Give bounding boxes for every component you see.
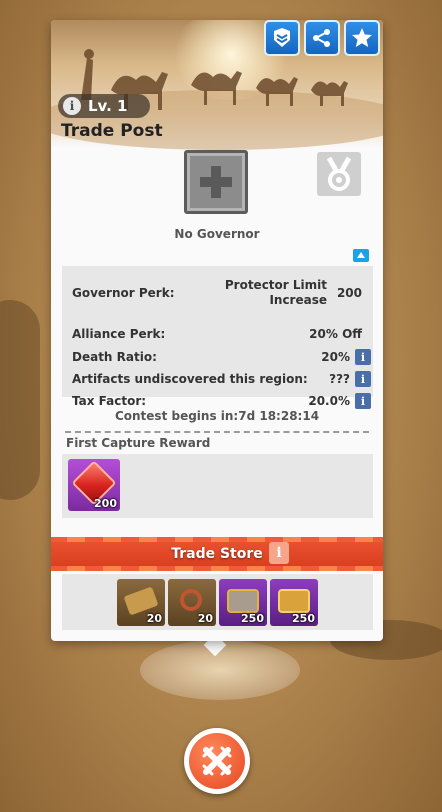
rank-badge-icon [274, 28, 290, 47]
plus-icon-bar [200, 177, 232, 187]
info-icon[interactable]: i [355, 371, 371, 387]
first-capture-title: First Capture Reward [66, 436, 211, 450]
store-item[interactable]: 250 [219, 579, 267, 626]
divider [65, 431, 369, 433]
store-item[interactable]: 250 [270, 579, 318, 626]
gold-chest-icon [278, 589, 310, 613]
close-button-face [189, 733, 245, 789]
store-item[interactable]: 20 [117, 579, 165, 626]
medal-icon [326, 156, 352, 191]
stat-value-text: Protector Limit Increase [225, 278, 327, 308]
item-quantity: 250 [292, 612, 315, 625]
stat-value: 20% [321, 350, 350, 364]
stat-value: 200 [336, 286, 362, 300]
first-capture-rewards: 200 [62, 454, 373, 518]
close-button[interactable] [184, 728, 250, 794]
info-icon[interactable]: i [269, 542, 289, 564]
trade-store-label[interactable]: Trade Store [51, 546, 383, 562]
level-label: Lv. 1 [88, 97, 128, 115]
level-badge[interactable]: i Lv. 1 [58, 94, 150, 118]
crossed-swords-icon [202, 746, 232, 776]
stats-box: Governor Perk: Protector Limit Increase … [62, 266, 373, 409]
item-quantity: 20 [146, 612, 162, 625]
contest-timer: Contest begins in:7d 18:28:14 [114, 409, 320, 423]
item-quantity: 250 [241, 612, 264, 625]
stat-value: 20.0% [308, 394, 350, 408]
stat-value-line1: Protector Limit [224, 278, 327, 292]
reward-item[interactable]: 200 [68, 459, 120, 511]
trade-store-items: 20 20 250 250 [62, 574, 373, 630]
stat-label: Governor Perk: [72, 286, 175, 300]
amulet-icon [180, 589, 202, 611]
treasure-chest-icon [227, 589, 259, 613]
favorite-button[interactable] [344, 20, 380, 56]
stat-row-governor-perk: Governor Perk: Protector Limit Increase … [62, 278, 373, 308]
stat-label: Artifacts undiscovered this region: [72, 372, 308, 386]
governor-slot[interactable] [184, 150, 248, 214]
stat-label: Death Ratio: [72, 350, 157, 364]
info-icon[interactable]: i [355, 393, 371, 409]
store-item[interactable]: 20 [168, 579, 216, 626]
item-quantity: 20 [197, 612, 213, 625]
share-button[interactable] [304, 20, 340, 56]
stat-label: Alliance Perk: [72, 327, 166, 341]
collapse-toggle-button[interactable] [353, 249, 369, 262]
building-info-panel: i Lv. 1 Trade Post No Governor Governor … [51, 20, 383, 641]
governor-status: No Governor [174, 227, 260, 241]
stat-value: 20% Off [309, 327, 362, 341]
stat-label: Tax Factor: [72, 394, 147, 408]
info-icon[interactable]: i [355, 349, 371, 365]
star-icon [352, 28, 372, 47]
info-icon[interactable]: i [63, 97, 81, 115]
building-title: Trade Post [61, 121, 163, 141]
stat-value-line2: Increase [269, 293, 327, 307]
stat-value: ??? [329, 372, 350, 386]
background-decor [0, 300, 40, 500]
share-icon [313, 29, 330, 47]
reward-quantity: 200 [94, 497, 117, 510]
medal-button[interactable] [317, 152, 361, 196]
rank-badge-button[interactable] [264, 20, 300, 56]
